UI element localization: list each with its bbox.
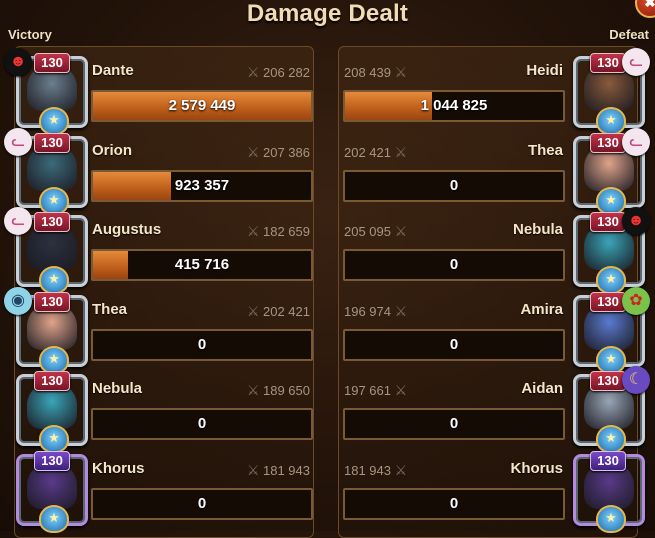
damage-value: 0 (449, 415, 459, 432)
damage-bar: 0 (343, 328, 565, 361)
damage-value: 1 044 825 (420, 97, 488, 114)
right-hero-row: ★ 130 ☾ Aidan 197 661 ⚔ 0 (0, 366, 655, 453)
hero-power: 181 943 ⚔ (344, 462, 407, 479)
green-bug-icon: ✿ (622, 286, 650, 315)
right-hero-row: ★ 130 ✿ Amira 196 974 ⚔ 0 (0, 286, 655, 374)
power-value: 181 943 (344, 462, 391, 478)
crossed-swords-icon: ⚔ (394, 382, 408, 398)
hero-name: Thea (527, 141, 563, 159)
right-hero-row: ★ 130 ᓚ Heidi 208 439 ⚔ 1 044 825 (0, 48, 655, 135)
damage-bar: 0 (343, 408, 565, 440)
hero-level: 130 (590, 53, 626, 73)
hero-power: 208 439 ⚔ (344, 64, 407, 81)
hero-level: 130 (590, 291, 626, 312)
hero-power: 197 661 ⚔ (344, 382, 407, 399)
damage-value: 0 (449, 335, 459, 353)
power-value: 196 974 (344, 303, 391, 319)
hero-name: Heidi (526, 62, 563, 79)
hero-level: 130 (590, 132, 626, 153)
hero-name: Khorus (510, 459, 564, 477)
hero-level: 130 (590, 450, 626, 471)
cat-icon: ᓚ (622, 48, 650, 76)
hero-power: 196 974 ⚔ (344, 303, 407, 320)
defeat-label: Defeat (609, 27, 649, 42)
crossed-swords-icon: ⚔ (394, 302, 408, 319)
right-hero-row: ★ 130 ᓚ Thea 202 421 ⚔ 0 (0, 127, 655, 215)
crossed-swords-icon: ⚔ (394, 461, 408, 478)
damage-bar: 0 (343, 249, 565, 281)
power-value: 205 095 (344, 224, 391, 239)
power-value: 202 421 (344, 144, 391, 160)
hero-power: 202 421 ⚔ (344, 144, 407, 161)
crossed-swords-icon: ⚔ (394, 64, 408, 80)
page-title: Damage Dealt (246, 0, 409, 27)
damage-bar: 0 (343, 169, 565, 202)
damage-bar: 0 (343, 487, 565, 520)
star-rank-icon: ★ (596, 504, 626, 533)
right-hero-row: ★ 130 ☻ Nebula 205 095 ⚔ 0 (0, 207, 655, 294)
black-mask-icon: ☻ (622, 207, 650, 235)
damage-value: 0 (449, 494, 459, 512)
hero-power: 205 095 ⚔ (344, 223, 407, 240)
crossed-swords-icon: ⚔ (394, 143, 408, 160)
damage-value: 0 (449, 176, 459, 194)
power-value: 197 661 (344, 383, 391, 398)
hero-level: 130 (590, 212, 626, 232)
victory-label: Victory (8, 27, 52, 42)
hero-name: Aidan (521, 380, 563, 397)
power-value: 208 439 (344, 65, 391, 80)
crossed-swords-icon: ⚔ (394, 223, 408, 239)
hero-name: Amira (520, 300, 563, 318)
moon-icon: ☾ (622, 366, 650, 394)
hero-name: Nebula (512, 221, 563, 238)
cat-icon: ᓚ (622, 127, 650, 156)
hero-level: 130 (590, 371, 626, 391)
right-hero-row: ★ 130 Khorus 181 943 ⚔ 0 (0, 450, 655, 533)
damage-bar: 1 044 825 (343, 90, 565, 122)
damage-value: 0 (449, 256, 459, 273)
